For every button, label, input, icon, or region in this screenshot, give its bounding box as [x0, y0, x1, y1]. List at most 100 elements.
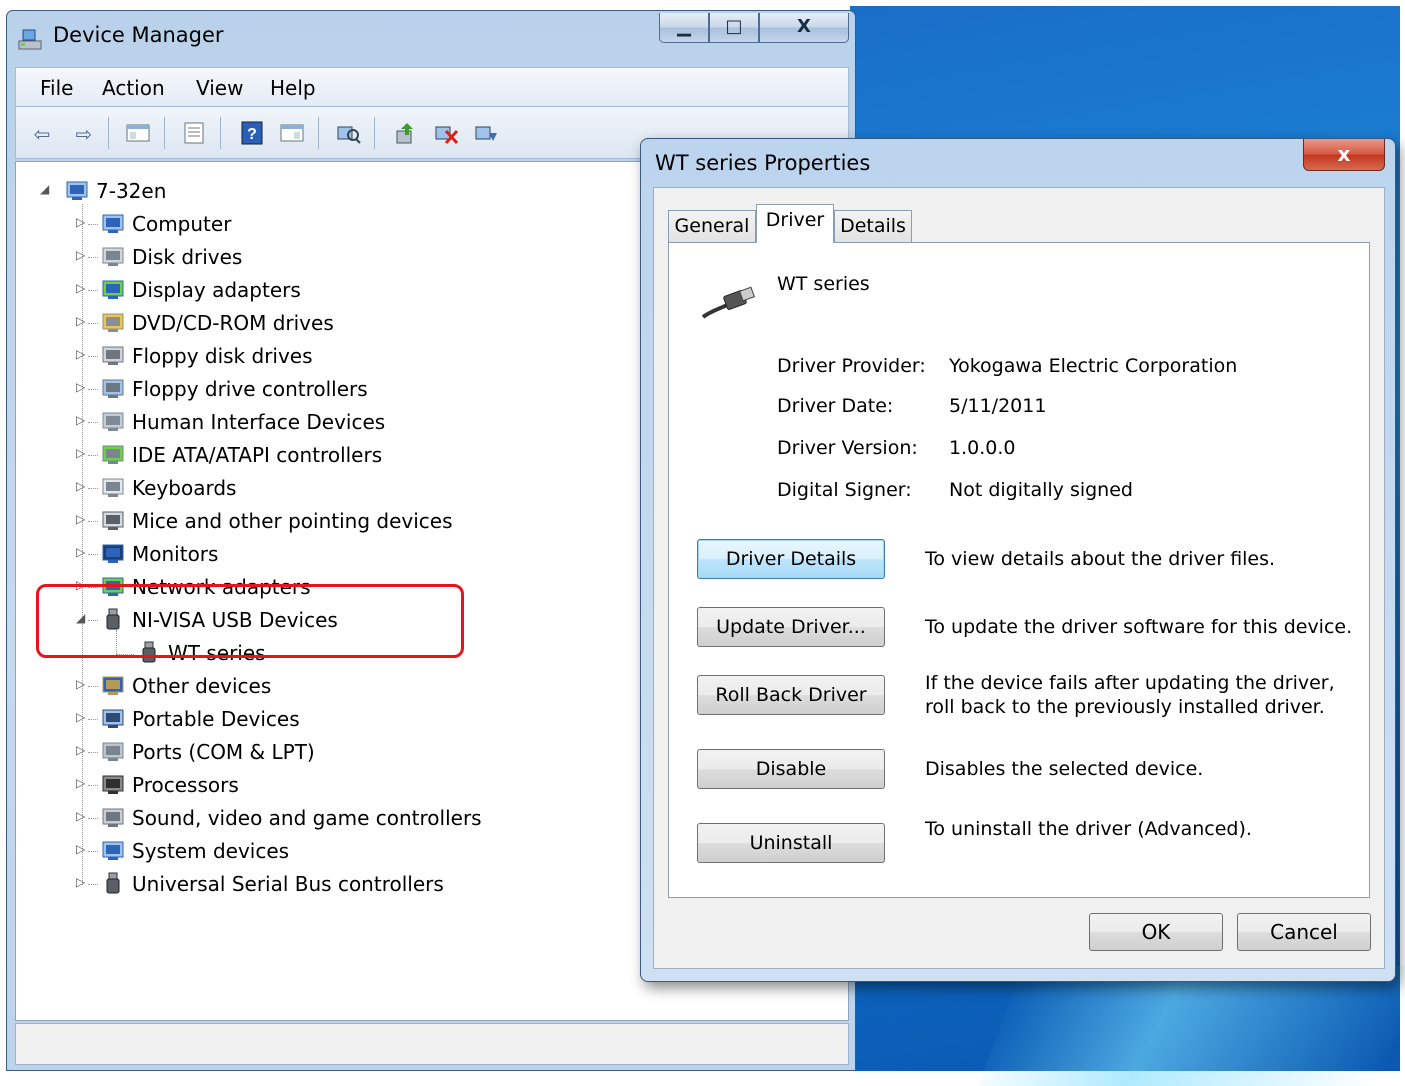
tree-root-label: 7-32en: [96, 179, 167, 203]
expand-arrow-icon[interactable]: ▷: [76, 446, 85, 460]
expand-arrow-icon[interactable]: ▷: [76, 380, 85, 394]
tree-guide-line: [88, 224, 98, 225]
driver-details-button[interactable]: Driver Details: [697, 539, 885, 579]
uninstall-button[interactable]: Uninstall: [697, 823, 885, 863]
tree-category-label: Universal Serial Bus controllers: [132, 872, 444, 896]
driver-version-value: 1.0.0.0: [949, 437, 1016, 459]
expand-arrow-icon[interactable]: ▷: [76, 215, 85, 229]
tree-guide-line: [88, 389, 98, 390]
update-driver-button[interactable]: Update Driver...: [697, 607, 885, 647]
tree-category-label: Human Interface Devices: [132, 410, 386, 434]
tree-guide-line: [88, 686, 98, 687]
disable-description: Disables the selected device.: [925, 758, 1204, 780]
expand-arrow-icon[interactable]: ▷: [76, 842, 85, 856]
close-icon: x: [1337, 142, 1351, 166]
dialog-title: WT series Properties: [655, 151, 871, 175]
tree-category-label: Display adapters: [132, 278, 301, 302]
minimize-button[interactable]: ▁: [659, 13, 709, 43]
maximize-button[interactable]: □: [709, 13, 759, 43]
tree-category-label: Keyboards: [132, 476, 237, 500]
tree-guide-line: [88, 719, 98, 720]
usb-plug-icon: [106, 872, 120, 894]
dialog-close-button[interactable]: x: [1303, 139, 1385, 171]
properties-dialog: WT series Properties x General Driver De…: [640, 138, 1396, 982]
driver-version-label: Driver Version:: [777, 437, 918, 459]
highlight-annotation: [36, 584, 464, 658]
tab-general[interactable]: General: [668, 210, 756, 242]
tree-guide-line: [88, 752, 98, 753]
tree-category-label: Sound, video and game controllers: [132, 806, 482, 830]
menu-bar: File Action View Help: [15, 67, 849, 107]
tree-guide-line: [88, 290, 98, 291]
tree-category-label: Processors: [132, 773, 239, 797]
ok-button[interactable]: OK: [1089, 913, 1223, 951]
toolbar-separator: [318, 117, 319, 149]
tab-details[interactable]: Details: [834, 210, 912, 242]
help-icon[interactable]: ?: [238, 121, 266, 147]
expand-arrow-icon[interactable]: ▷: [76, 314, 85, 328]
show-hide-console-tree-icon[interactable]: [124, 121, 152, 147]
tree-category-label: Portable Devices: [132, 707, 300, 731]
toolbar-separator: [164, 117, 165, 149]
monitor-icon: [102, 544, 124, 563]
status-bar: [15, 1023, 849, 1065]
uninstall-device-icon[interactable]: [432, 121, 460, 147]
expand-arrow-icon[interactable]: ▷: [76, 545, 85, 559]
expand-arrow-icon[interactable]: ▷: [76, 347, 85, 361]
update-driver-icon[interactable]: [392, 121, 420, 147]
expand-arrow-icon[interactable]: ▷: [76, 413, 85, 427]
tab-driver[interactable]: Driver: [756, 204, 834, 243]
roll-back-driver-button[interactable]: Roll Back Driver: [697, 675, 885, 715]
expand-arrow-icon[interactable]: ▷: [76, 248, 85, 262]
expand-arrow-icon[interactable]: ▷: [76, 809, 85, 823]
processor-icon: [102, 775, 124, 794]
ide-icon: [102, 445, 124, 464]
expand-arrow-icon[interactable]: ▷: [76, 743, 85, 757]
hid-icon: [102, 412, 124, 431]
tree-guide-line: [88, 521, 98, 522]
forward-arrow-icon[interactable]: ⇨: [70, 121, 98, 147]
enable-device-icon[interactable]: [472, 121, 500, 147]
expand-arrow-icon[interactable]: ▷: [76, 710, 85, 724]
portable-device-icon: [102, 709, 124, 728]
collapse-arrow-icon[interactable]: ◢: [40, 182, 49, 196]
cancel-button[interactable]: Cancel: [1237, 913, 1371, 951]
disable-button[interactable]: Disable: [697, 749, 885, 789]
toolbar-separator: [220, 117, 221, 149]
driver-tab-panel: WT series Driver Provider: Yokogawa Elec…: [668, 242, 1370, 898]
menu-help[interactable]: Help: [270, 76, 316, 100]
unknown-device-icon: [102, 676, 124, 695]
device-name: WT series: [777, 273, 870, 295]
tree-category-label: Other devices: [132, 674, 272, 698]
device-manager-titlebar[interactable]: Device Manager ▁ □ X: [7, 11, 855, 63]
floppy-icon: [102, 346, 124, 365]
expand-arrow-icon[interactable]: ▷: [76, 281, 85, 295]
expand-arrow-icon[interactable]: ▷: [76, 776, 85, 790]
tree-category-label: Disk drives: [132, 245, 243, 269]
computer-icon: [66, 181, 88, 200]
update-driver-description: To update the driver software for this d…: [925, 616, 1353, 638]
tree-guide-line: [88, 257, 98, 258]
back-arrow-icon[interactable]: ⇦: [28, 121, 56, 147]
expand-arrow-icon[interactable]: ▷: [76, 875, 85, 889]
driver-provider-label: Driver Provider:: [777, 355, 926, 377]
menu-file[interactable]: File: [40, 76, 73, 100]
show-action-pane-icon[interactable]: [278, 121, 306, 147]
expand-arrow-icon[interactable]: ▷: [76, 479, 85, 493]
scan-hardware-icon[interactable]: [334, 121, 362, 147]
tree-guide-line: [88, 323, 98, 324]
menu-view[interactable]: View: [196, 76, 243, 100]
menu-action[interactable]: Action: [102, 76, 165, 100]
close-button[interactable]: X: [759, 13, 849, 43]
device-manager-icon: [18, 29, 42, 50]
uninstall-description: To uninstall the driver (Advanced).: [925, 818, 1252, 840]
keyboard-icon: [102, 478, 124, 497]
tree-category-label: Floppy disk drives: [132, 344, 313, 368]
tree-category-label: System devices: [132, 839, 290, 863]
properties-icon[interactable]: [180, 121, 208, 147]
digital-signer-value: Not digitally signed: [949, 479, 1133, 501]
port-icon: [102, 742, 124, 761]
expand-arrow-icon[interactable]: ▷: [76, 512, 85, 526]
expand-arrow-icon[interactable]: ▷: [76, 677, 85, 691]
tree-guide-line: [88, 356, 98, 357]
